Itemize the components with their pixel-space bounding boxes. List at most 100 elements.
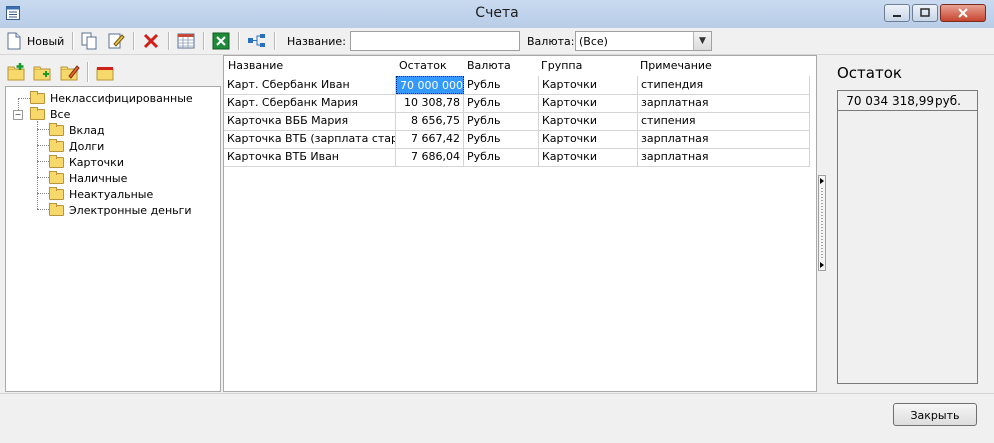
delete-icon <box>143 33 159 49</box>
cell-balance[interactable]: 70 000 000... <box>396 76 464 94</box>
excel-export-button[interactable] <box>212 31 230 51</box>
cell-balance[interactable]: 7 667,42 <box>396 130 464 148</box>
folder-icon <box>49 186 64 200</box>
table-row[interactable]: Карточка ВББ Мария 8 656,75 Рубль Карточ… <box>224 112 810 131</box>
new-button-label: Новый <box>27 34 65 48</box>
panel-splitter[interactable] <box>818 175 826 271</box>
folder-icon <box>49 122 64 136</box>
close-window-button[interactable] <box>940 4 986 22</box>
close-icon <box>958 8 968 18</box>
tree-node-unclassified[interactable]: Неклассифицированные <box>30 90 193 106</box>
excel-export-icon <box>212 32 230 50</box>
tree-node-deposit[interactable]: Вклад <box>49 122 105 138</box>
cell-group[interactable]: Карточки <box>539 130 638 148</box>
cell-name[interactable]: Карточка ВББ Мария <box>224 112 396 130</box>
edit-button[interactable] <box>107 31 125 51</box>
tree-connector <box>37 161 49 162</box>
cell-name[interactable]: Карточка ВТБ Иван <box>224 148 396 166</box>
cell-balance[interactable]: 7 686,04 <box>396 148 464 166</box>
folder-icon <box>49 170 64 184</box>
balance-row: 70 034 318,99 руб. <box>838 91 977 111</box>
tree-connector <box>37 177 49 178</box>
folder-icon <box>49 202 64 216</box>
tree-node-label: Неклассифицированные <box>50 91 193 105</box>
table-header: Название Остаток Валюта Группа Примечани… <box>224 56 816 74</box>
cell-currency[interactable]: Рубль <box>464 112 539 130</box>
cell-balance[interactable]: 10 308,78 <box>396 94 464 112</box>
table-button[interactable] <box>177 31 195 51</box>
table-row[interactable]: Карт. Сбербанк Мария 10 308,78 Рубль Кар… <box>224 94 810 113</box>
table-row[interactable]: Карт. Сбербанк Иван 70 000 000... Рубль … <box>224 76 810 95</box>
edit-icon <box>108 33 125 49</box>
title-bar: Счета <box>0 0 994 28</box>
balance-unit: руб. <box>935 94 961 108</box>
add-subfolder-icon[interactable] <box>33 63 53 81</box>
tree-node-label: Вклад <box>69 123 105 137</box>
delete-folder-icon[interactable] <box>96 63 116 81</box>
cell-note[interactable]: стипения <box>638 112 810 130</box>
cell-name[interactable]: Карт. Сбербанк Мария <box>224 94 396 112</box>
chevron-down-icon[interactable]: ▼ <box>693 32 711 50</box>
add-folder-icon[interactable] <box>7 63 27 81</box>
tree-toolbar <box>0 55 222 85</box>
toolbar-separator <box>133 32 135 50</box>
accounts-table[interactable]: Название Остаток Валюта Группа Примечани… <box>223 55 817 392</box>
currency-select[interactable]: (Все) ▼ <box>575 31 712 51</box>
delete-button[interactable] <box>142 31 160 51</box>
folder-icon <box>49 154 64 168</box>
cell-name[interactable]: Карт. Сбербанк Иван <box>224 76 396 94</box>
column-header-note[interactable]: Примечание <box>640 59 712 72</box>
name-filter-input[interactable] <box>350 31 520 51</box>
copy-icon <box>81 32 97 50</box>
tree-connector <box>37 193 49 194</box>
cell-note[interactable]: зарплатная <box>638 130 810 148</box>
tree-node-debts[interactable]: Долги <box>49 138 104 154</box>
cell-currency[interactable]: Рубль <box>464 130 539 148</box>
tree-node-cash[interactable]: Наличные <box>49 170 127 186</box>
tree-node-e-money[interactable]: Электронные деньги <box>49 202 192 218</box>
column-header-name[interactable]: Название <box>228 59 283 72</box>
cell-balance[interactable]: 8 656,75 <box>396 112 464 130</box>
tree-connector <box>37 145 49 146</box>
tree-node-all[interactable]: Все <box>30 106 70 122</box>
tree-node-inactive[interactable]: Неактуальные <box>49 186 153 202</box>
currency-filter-label: Валюта: <box>527 35 575 48</box>
edit-folder-icon[interactable] <box>60 63 80 81</box>
cell-name[interactable]: Карточка ВТБ (зарплата старая) <box>224 130 396 148</box>
tree-node-cards[interactable]: Карточки <box>49 154 124 170</box>
column-header-group[interactable]: Группа <box>541 59 582 72</box>
column-header-currency[interactable]: Валюта <box>467 59 511 72</box>
maximize-button[interactable] <box>912 4 938 22</box>
hierarchy-button[interactable] <box>247 31 267 51</box>
toolbar-separator <box>72 32 74 50</box>
tree-node-label: Наличные <box>69 171 128 185</box>
column-header-balance[interactable]: Остаток <box>399 59 447 72</box>
cell-group[interactable]: Карточки <box>539 112 638 130</box>
tree-collapse-icon[interactable]: − <box>13 110 23 120</box>
group-tree[interactable]: − Неклассифицированные Все Вклад Долги К… <box>5 86 221 392</box>
tree-node-label: Карточки <box>69 155 124 169</box>
cell-currency[interactable]: Рубль <box>464 148 539 166</box>
folder-icon <box>30 90 45 104</box>
cell-group[interactable]: Карточки <box>539 148 638 166</box>
tree-connector <box>37 129 49 130</box>
hierarchy-icon <box>248 34 265 47</box>
tree-node-label: Неактуальные <box>69 187 154 201</box>
cell-note[interactable]: зарплатная <box>638 148 810 166</box>
main-toolbar: Новый Название: Валюта: (Все) ▼ <box>0 28 994 55</box>
close-button[interactable]: Закрыть <box>893 403 977 426</box>
cell-note[interactable]: стипендия <box>638 76 810 94</box>
cell-group[interactable]: Карточки <box>539 94 638 112</box>
table-row[interactable]: Карточка ВТБ Иван 7 686,04 Рубль Карточк… <box>224 148 810 167</box>
cell-group[interactable]: Карточки <box>539 76 638 94</box>
new-button[interactable]: Новый <box>6 31 64 51</box>
folder-icon <box>49 138 64 152</box>
cell-currency[interactable]: Рубль <box>464 94 539 112</box>
copy-button[interactable] <box>80 31 98 51</box>
table-row[interactable]: Карточка ВТБ (зарплата старая) 7 667,42 … <box>224 130 810 149</box>
balance-summary: 70 034 318,99 руб. <box>837 90 978 384</box>
cell-currency[interactable]: Рубль <box>464 76 539 94</box>
cell-note[interactable]: зарплатная <box>638 94 810 112</box>
balance-title: Остаток <box>837 64 902 82</box>
minimize-button[interactable] <box>884 4 910 22</box>
